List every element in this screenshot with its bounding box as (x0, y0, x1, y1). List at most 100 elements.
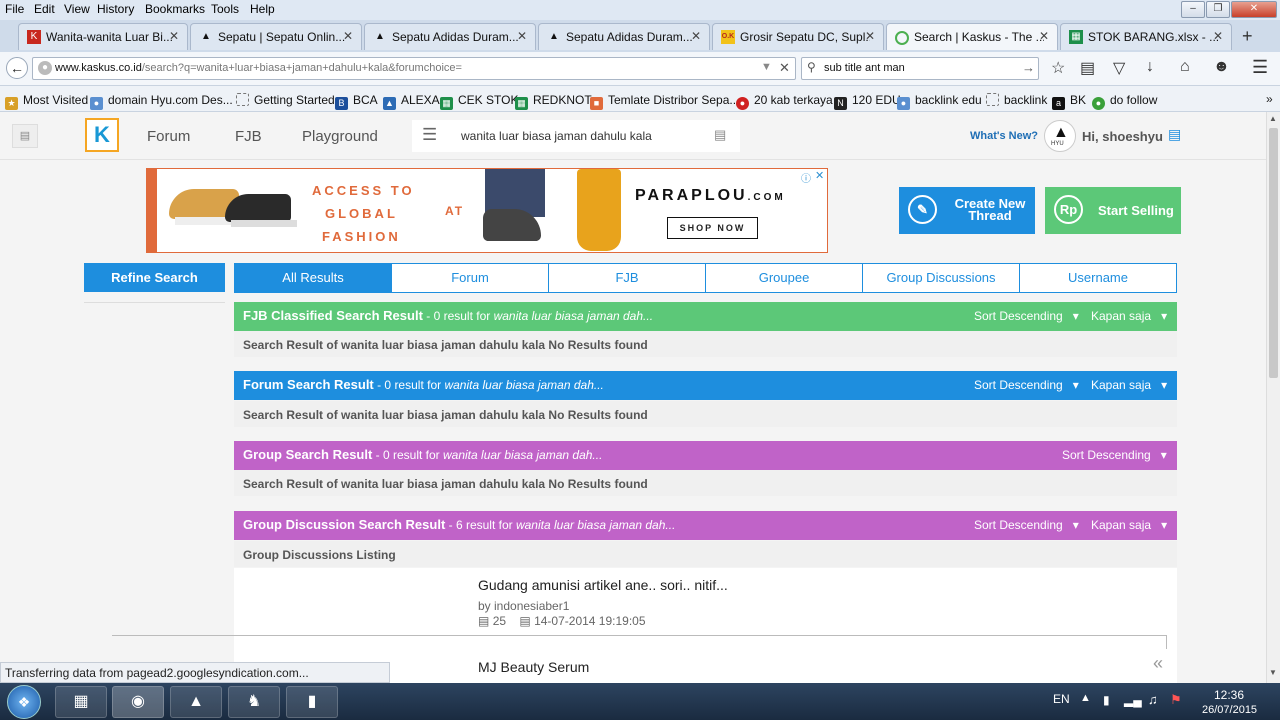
menu-view[interactable]: View (64, 2, 90, 16)
tab-groupee[interactable]: Groupee (705, 263, 863, 293)
result-author[interactable]: by indonesiaber1 (478, 599, 569, 613)
home-icon[interactable]: ⌂ (1180, 58, 1190, 76)
bookmark-bca[interactable]: B BCA (335, 93, 378, 110)
menu-help[interactable]: Help (250, 2, 275, 16)
tab-2[interactable]: ▲ Sepatu | Sepatu Onlin... ✕ (190, 23, 362, 50)
back-arrow-icon[interactable]: ← (6, 57, 28, 79)
time-dropdown[interactable]: Kapan saja ▾ (1091, 518, 1167, 532)
clock-date[interactable]: 26/07/2015 (1202, 704, 1257, 716)
bookmark-backlink[interactable]: backlink (986, 93, 1047, 107)
stop-icon[interactable]: ✕ (779, 60, 790, 76)
firefox-icon[interactable]: ◉ (112, 686, 164, 718)
restore-icon[interactable]: ❐ (1206, 1, 1230, 18)
explorer-icon[interactable]: ▦ (55, 686, 107, 718)
close-window-icon[interactable]: ✕ (1231, 1, 1277, 18)
bookmark-cek-stok[interactable]: ▦ CEK STOK (440, 93, 518, 110)
tab-group-discussions[interactable]: Group Discussions (862, 263, 1020, 293)
tab-forum[interactable]: Forum (391, 263, 549, 293)
bookmark-bk[interactable]: a BK (1052, 93, 1086, 110)
scroll-down-icon[interactable]: ▼ (1269, 668, 1277, 677)
menu-file[interactable]: File (5, 2, 24, 16)
kaskus-search-box[interactable]: ☰ wanita luar biasa jaman dahulu kala ▤ (412, 120, 740, 152)
bookmarks-list-icon[interactable]: ▤ (1080, 58, 1095, 78)
star-icon[interactable]: ☆ (1051, 58, 1065, 78)
sort-dropdown[interactable]: Sort Descending ▾ (974, 309, 1079, 323)
bookmark-domain-hyu[interactable]: ● domain Hyu.com Des... (90, 93, 233, 110)
close-tab-icon[interactable]: ✕ (169, 29, 179, 43)
browser-search-box[interactable]: ⚲ sub title ant man → (801, 57, 1039, 80)
close-tab-icon[interactable]: ✕ (691, 29, 701, 43)
menu-tools[interactable]: Tools (211, 2, 239, 16)
network-icon[interactable]: ▂▄ (1124, 693, 1142, 707)
tab-username[interactable]: Username (1019, 263, 1177, 293)
minimize-icon[interactable]: – (1181, 1, 1205, 18)
bookmark-redknot[interactable]: ▦ REDKNOT (515, 93, 592, 110)
close-tab-icon[interactable]: ✕ (1213, 29, 1223, 43)
menu-edit[interactable]: Edit (34, 2, 55, 16)
close-tab-icon[interactable]: ✕ (865, 29, 875, 43)
overflow-chevron-icon[interactable]: » (1266, 92, 1273, 106)
ad-banner[interactable]: ACCESS TO GLOBAL AT FASHION PARAPLOU.COM… (146, 168, 828, 253)
bookmark-temlate[interactable]: ■ Temlate Distribor Sepa... (590, 93, 739, 110)
start-selling-button[interactable]: Rp Start Selling (1045, 187, 1181, 234)
action-center-icon[interactable]: ⚑ (1170, 692, 1182, 708)
go-arrow-icon[interactable]: → (1022, 60, 1035, 75)
vertical-scrollbar[interactable]: ▲ ▼ (1266, 112, 1280, 683)
scroll-up-icon[interactable]: ▲ (1269, 114, 1277, 123)
time-dropdown[interactable]: Kapan saja ▾ (1091, 309, 1167, 323)
tab-fjb[interactable]: FJB (548, 263, 706, 293)
tab-6-active[interactable]: Search | Kaskus - The ... ✕ (886, 23, 1058, 50)
sort-dropdown[interactable]: Sort Descending ▾ (974, 378, 1079, 392)
nav-forum[interactable]: Forum (147, 128, 190, 145)
volume-icon[interactable]: ♫ (1148, 692, 1158, 707)
dropdown-arrow-icon[interactable]: ▼ (761, 61, 772, 73)
acrobat-icon[interactable]: ▲ (170, 686, 222, 718)
pocket-icon[interactable]: ▽ (1113, 58, 1125, 78)
tab-7[interactable]: ▦ STOK BARANG.xlsx - ... ✕ (1060, 23, 1232, 50)
collapse-chevron-icon[interactable]: « (1153, 653, 1163, 674)
create-thread-button[interactable]: ✎ Create New Thread (899, 187, 1035, 234)
result-title-link[interactable]: Gudang amunisi artikel ane.. sori.. niti… (478, 577, 728, 593)
notification-icon[interactable]: ▤ (1168, 126, 1181, 143)
close-tab-icon[interactable]: ✕ (1039, 29, 1049, 43)
bookmark-most-visited[interactable]: ★ Most Visited (5, 93, 88, 110)
download-icon[interactable]: ↓ (1146, 58, 1154, 76)
sort-dropdown[interactable]: Sort Descending ▾ (974, 518, 1079, 532)
tab-all-results[interactable]: All Results (234, 263, 392, 293)
shop-now-button[interactable]: SHOP NOW (667, 217, 758, 239)
scrollbar-thumb[interactable] (1269, 128, 1278, 378)
menu-bookmarks[interactable]: Bookmarks (145, 2, 205, 16)
hamburger-icon[interactable]: ☰ (422, 125, 437, 145)
nav-playground[interactable]: Playground (302, 128, 378, 145)
bookmark-backlink-edu[interactable]: ● backlink edu (897, 93, 982, 110)
tray-arrow-icon[interactable]: ▲ (1080, 692, 1091, 704)
chat-icon[interactable]: ☻ (1213, 58, 1230, 76)
bookmark-getting-started[interactable]: Getting Started (236, 93, 335, 107)
tab-5[interactable]: O.K Grosir Sepatu DC, Supl... ✕ (712, 23, 884, 50)
tab-3[interactable]: ▲ Sepatu Adidas Duram... ✕ (364, 23, 536, 50)
clock-time[interactable]: 12:36 (1214, 688, 1244, 702)
close-tab-icon[interactable]: ✕ (343, 29, 353, 43)
sidebar-toggle-icon[interactable]: ▤ (12, 124, 38, 148)
menu-history[interactable]: History (97, 2, 134, 16)
bookmark-20-kab[interactable]: ● 20 kab terkaya (736, 93, 833, 110)
windows-start-icon[interactable]: ❖ (7, 685, 41, 719)
close-tab-icon[interactable]: ✕ (517, 29, 527, 43)
ad-info-icon[interactable]: ⓘ (801, 170, 811, 185)
bookmark-120-edu[interactable]: N 120 EDU (834, 93, 901, 110)
tab-4[interactable]: ▲ Sepatu Adidas Duram... ✕ (538, 23, 710, 50)
ad-close-icon[interactable]: ✕ (815, 169, 824, 182)
chess-icon[interactable]: ♞ (228, 686, 280, 718)
url-bar[interactable]: ● www.kaskus.co.id/search?q=wanita+luar+… (32, 57, 796, 80)
new-tab-icon[interactable]: + (1242, 26, 1253, 47)
bookmark-alexa[interactable]: ▲ ALEXA (383, 93, 440, 110)
refine-search-button[interactable]: Refine Search (84, 263, 225, 292)
tab-1[interactable]: K Wanita-wanita Luar Bi... ✕ (18, 23, 188, 50)
result-title-link[interactable]: MJ Beauty Serum (478, 659, 589, 675)
time-dropdown[interactable]: Kapan saja ▾ (1091, 378, 1167, 392)
bookmark-do-follow[interactable]: ● do follow (1092, 93, 1157, 110)
battery-icon[interactable]: ▮ (1103, 693, 1110, 707)
user-greeting[interactable]: Hi, shoeshyu (1082, 129, 1163, 144)
avatar[interactable]: ▲ HYU (1044, 120, 1076, 152)
whats-new-link[interactable]: What's New? (970, 130, 1038, 142)
